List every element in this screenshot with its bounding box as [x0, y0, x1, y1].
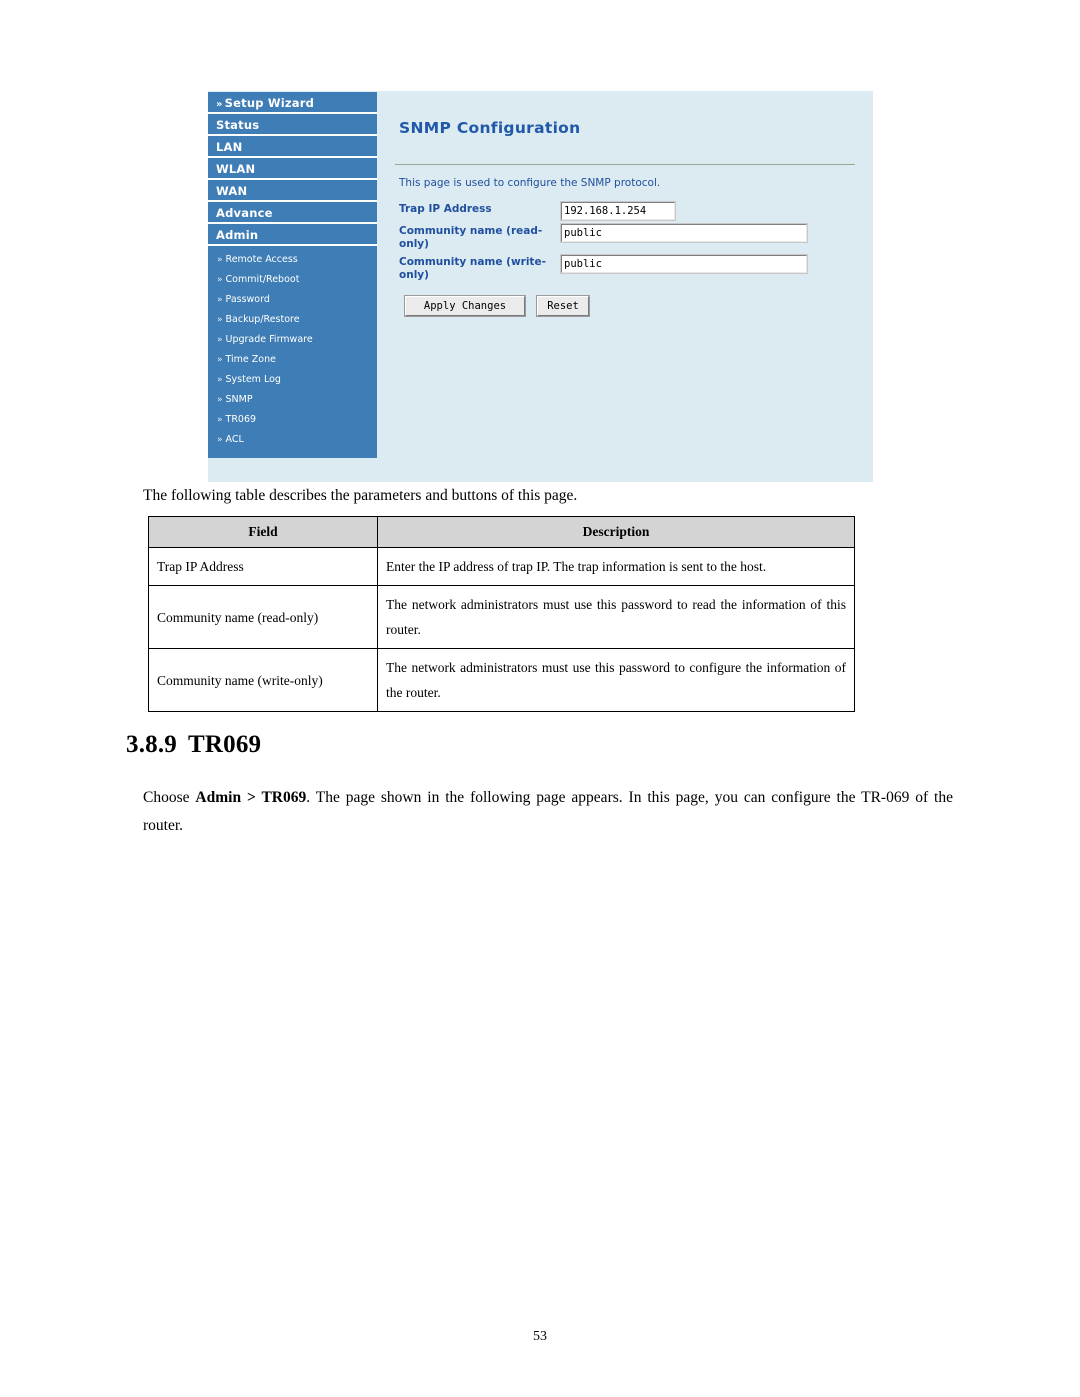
- table-cell-description: Enter the IP address of trap IP. The tra…: [377, 547, 855, 586]
- table-header-description: Description: [377, 516, 855, 548]
- table-cell-description: The network administrators must use this…: [377, 648, 855, 712]
- sidebar-item-label: Advance: [216, 206, 273, 220]
- table-row: Trap IP Address Enter the IP address of …: [148, 547, 855, 586]
- sidebar-item-status[interactable]: Status: [208, 114, 377, 136]
- section-number: 3.8.9: [126, 731, 177, 758]
- chevron-double-right-icon: »: [216, 99, 223, 110]
- submenu-item-label: System Log: [225, 374, 281, 385]
- form-row-trap-ip: Trap IP Address 192.168.1.254: [399, 201, 859, 221]
- router-sidebar: » Setup Wizard Status LAN WLAN WAN Advanc…: [208, 91, 377, 482]
- router-submenu: » Remote Access » Commit/Reboot » Password …: [208, 246, 377, 458]
- trap-ip-input[interactable]: 192.168.1.254: [560, 201, 676, 221]
- table-cell-field: Trap IP Address: [148, 547, 378, 586]
- page-description: This page is used to configure the SNMP …: [399, 177, 661, 189]
- submenu-item-commit-reboot[interactable]: » Commit/Reboot: [208, 270, 377, 290]
- submenu-item-label: Upgrade Firmware: [225, 334, 313, 345]
- submenu-item-password[interactable]: » Password: [208, 290, 377, 310]
- apply-changes-button[interactable]: Apply Changes: [404, 295, 526, 317]
- chevron-double-right-icon: »: [217, 415, 223, 425]
- community-read-input[interactable]: public: [560, 223, 808, 243]
- trap-ip-label: Trap IP Address: [399, 203, 492, 215]
- submenu-item-acl[interactable]: » ACL: [208, 430, 377, 450]
- sidebar-item-setup-wizard[interactable]: » Setup Wizard: [208, 92, 377, 114]
- submenu-item-tr069[interactable]: » TR069: [208, 410, 377, 430]
- submenu-item-label: Remote Access: [225, 254, 298, 265]
- sidebar-item-label: Setup Wizard: [224, 96, 315, 110]
- chevron-double-right-icon: »: [217, 375, 223, 385]
- intro-text: The following table describes the parame…: [143, 487, 578, 504]
- submenu-item-label: Time Zone: [225, 354, 276, 365]
- snmp-form: Trap IP Address 192.168.1.254 Community …: [391, 201, 859, 317]
- chevron-double-right-icon: »: [217, 435, 223, 445]
- sidebar-item-label: WAN: [216, 184, 248, 198]
- paragraph-separator: >: [241, 789, 262, 806]
- table-header-row: Field Description: [148, 516, 855, 548]
- paragraph-bold-admin: Admin: [195, 789, 242, 806]
- chevron-double-right-icon: »: [217, 315, 223, 325]
- community-read-label: Community name (read-only): [399, 225, 543, 250]
- submenu-item-label: Commit/Reboot: [225, 274, 300, 285]
- paragraph-lead: Choose: [143, 789, 196, 806]
- sidebar-item-lan[interactable]: LAN: [208, 136, 377, 158]
- submenu-item-label: Backup/Restore: [225, 314, 300, 325]
- community-write-input[interactable]: public: [560, 254, 808, 274]
- submenu-item-backup-restore[interactable]: » Backup/Restore: [208, 310, 377, 330]
- table-cell-field: Community name (write-only): [148, 648, 378, 712]
- sidebar-item-wan[interactable]: WAN: [208, 180, 377, 202]
- section-heading: 3.8.9 TR069: [126, 731, 261, 759]
- community-write-label: Community name (write-only): [399, 256, 546, 281]
- form-buttons: Apply Changes Reset: [399, 295, 859, 317]
- table-cell-description: The network administrators must use this…: [377, 585, 855, 649]
- paragraph-bold-tr069: TR069: [261, 789, 307, 806]
- chevron-double-right-icon: »: [217, 355, 223, 365]
- table-row: Community name (write-only) The network …: [148, 648, 855, 712]
- sidebar-item-label: WLAN: [216, 162, 256, 176]
- router-content-panel: SNMP Configuration This page is used to …: [377, 91, 873, 482]
- table-header-field: Field: [148, 516, 378, 548]
- submenu-item-label: SNMP: [225, 394, 253, 405]
- reset-button[interactable]: Reset: [536, 295, 590, 317]
- table-cell-field: Community name (read-only): [148, 585, 378, 649]
- submenu-item-label: TR069: [225, 414, 257, 425]
- sidebar-item-label: Admin: [216, 228, 259, 242]
- page-number: 53: [533, 1329, 547, 1344]
- submenu-item-label: ACL: [225, 434, 244, 445]
- chevron-double-right-icon: »: [217, 275, 223, 285]
- page-title: SNMP Configuration: [399, 119, 581, 137]
- sidebar-item-admin[interactable]: Admin: [208, 224, 377, 246]
- sidebar-item-advance[interactable]: Advance: [208, 202, 377, 224]
- chevron-double-right-icon: »: [217, 295, 223, 305]
- submenu-item-label: Password: [225, 294, 270, 305]
- section-title: TR069: [188, 731, 262, 758]
- submenu-item-remote-access[interactable]: » Remote Access: [208, 250, 377, 270]
- chevron-double-right-icon: »: [217, 395, 223, 405]
- chevron-double-right-icon: »: [217, 335, 223, 345]
- section-paragraph: Choose Admin > TR069. The page shown in …: [143, 784, 953, 840]
- chevron-double-right-icon: »: [217, 255, 223, 265]
- form-row-community-read: Community name (read-only) public: [399, 223, 859, 251]
- form-row-community-write: Community name (write-only) public: [399, 254, 859, 282]
- table-row: Community name (read-only) The network a…: [148, 585, 855, 649]
- router-web-ui-screenshot: » Setup Wizard Status LAN WLAN WAN Advanc…: [208, 91, 873, 482]
- sidebar-item-label: Status: [216, 118, 260, 132]
- submenu-item-time-zone[interactable]: » Time Zone: [208, 350, 377, 370]
- submenu-item-system-log[interactable]: » System Log: [208, 370, 377, 390]
- sidebar-item-label: LAN: [216, 140, 243, 154]
- parameter-description-table: Field Description Trap IP Address Enter …: [148, 516, 855, 712]
- sidebar-item-wlan[interactable]: WLAN: [208, 158, 377, 180]
- submenu-item-snmp[interactable]: » SNMP: [208, 390, 377, 410]
- submenu-item-upgrade-firmware[interactable]: » Upgrade Firmware: [208, 330, 377, 350]
